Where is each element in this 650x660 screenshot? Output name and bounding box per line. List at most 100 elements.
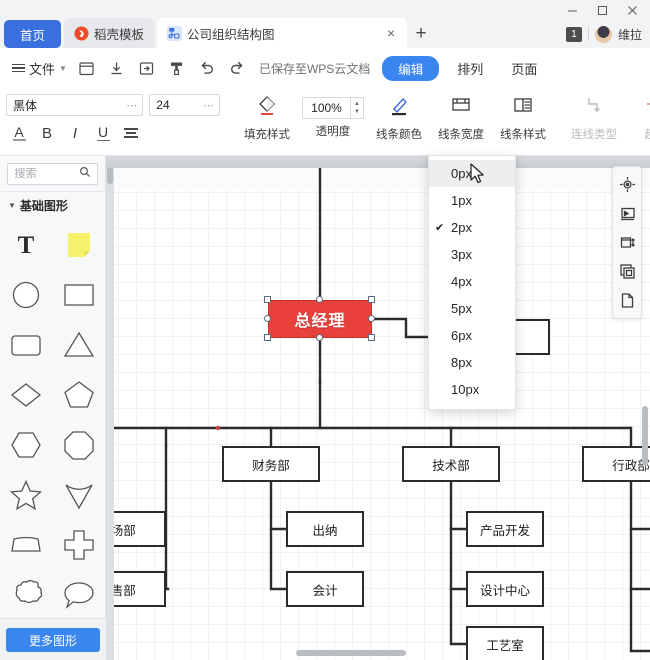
basic-shapes-section-header[interactable]: ▼ 基础图形: [0, 191, 105, 218]
line-style-tool[interactable]: 线条样式: [492, 93, 554, 142]
pentagon-shape[interactable]: [53, 370, 106, 420]
resize-handle-s[interactable]: [316, 334, 323, 341]
italic-button[interactable]: I: [62, 121, 88, 145]
rectangle-shape[interactable]: [53, 270, 106, 320]
search-icon[interactable]: [79, 165, 91, 183]
search-input[interactable]: [7, 163, 98, 185]
resize-canvas-icon[interactable]: [614, 229, 640, 256]
new-window-icon[interactable]: [73, 55, 101, 81]
diamond-shape[interactable]: [0, 370, 53, 420]
horizontal-ruler[interactable]: [106, 156, 650, 168]
menu-item-3px[interactable]: 3px: [429, 241, 515, 268]
menu-item-5px[interactable]: 5px: [429, 295, 515, 322]
speech-bubble-shape[interactable]: [53, 570, 106, 620]
stepper-up-icon[interactable]: ▲: [354, 101, 360, 107]
layers-icon[interactable]: [614, 258, 640, 285]
node-admin-dept[interactable]: 行政部: [582, 446, 650, 482]
menu-item-2px[interactable]: ✔ 2px: [429, 214, 515, 241]
node-general-manager[interactable]: 总经理: [268, 300, 372, 338]
node-accounting[interactable]: 会计: [286, 571, 364, 607]
rounded-rect-shape[interactable]: [0, 320, 53, 370]
new-tab-button[interactable]: +: [407, 20, 435, 48]
hexagon-shape[interactable]: [0, 420, 53, 470]
line-color-tool[interactable]: 线条颜色: [368, 93, 430, 142]
node-marketing-dept[interactable]: 市场部: [106, 511, 166, 547]
cross-shape[interactable]: [53, 520, 106, 570]
cloud-shape[interactable]: [0, 570, 53, 620]
circle-shape[interactable]: [0, 270, 53, 320]
export-icon[interactable]: [133, 55, 161, 81]
transparency-stepper[interactable]: ▲ ▼: [350, 97, 364, 119]
star-shape[interactable]: [0, 470, 53, 520]
line-width-tool[interactable]: 线条宽度: [430, 93, 492, 142]
arrange-menu-button[interactable]: 排列: [447, 56, 493, 81]
tab-close-icon[interactable]: ×: [381, 23, 401, 43]
right-scrollbar-thumb[interactable]: [642, 406, 648, 466]
node-product-development[interactable]: 产品开发: [466, 511, 544, 547]
resize-handle-ne[interactable]: [368, 296, 375, 303]
presentation-icon[interactable]: [614, 200, 640, 227]
undo-icon[interactable]: [193, 55, 221, 81]
download-icon[interactable]: [103, 55, 131, 81]
format-painter-icon[interactable]: [163, 55, 191, 81]
menu-item-10px[interactable]: 10px: [429, 376, 515, 403]
stepper-down-icon[interactable]: ▼: [354, 109, 360, 115]
octagon-shape[interactable]: [53, 420, 106, 470]
line-width-menu[interactable]: 0px 1px ✔ 2px 3px 4px 5px 6px 8px 10px: [428, 155, 516, 410]
node-tech-dept[interactable]: 技术部: [402, 446, 500, 482]
resize-handle-e[interactable]: [368, 315, 375, 322]
resize-handle-nw[interactable]: [264, 296, 271, 303]
node-design-center[interactable]: 设计中心: [466, 571, 544, 607]
menu-item-6px[interactable]: 6px: [429, 322, 515, 349]
page-icon[interactable]: [614, 287, 640, 314]
node-cashier[interactable]: 出纳: [286, 511, 364, 547]
search-field[interactable]: [14, 168, 75, 180]
trapezoid-shape[interactable]: [0, 520, 53, 570]
node-sales-dept[interactable]: 销售部: [106, 571, 166, 607]
menu-item-1px[interactable]: 1px: [429, 187, 515, 214]
file-menu-button[interactable]: 文件 ▼: [8, 56, 71, 81]
redo-icon[interactable]: [223, 55, 251, 81]
edit-mode-button[interactable]: 编辑: [382, 55, 440, 81]
text-shape[interactable]: T: [0, 220, 53, 270]
align-button[interactable]: [118, 121, 144, 145]
canvas-area[interactable]: 财务部 技术部 行政部 市场部 销售部 出纳 会计 产品开发 设计中心 工艺室 …: [106, 156, 650, 660]
triangle-shape[interactable]: [53, 320, 106, 370]
transparency-value[interactable]: 100%: [302, 97, 350, 119]
node-process-room[interactable]: 工艺室: [466, 626, 544, 660]
sticky-note-shape[interactable]: [53, 220, 106, 270]
navigator-icon[interactable]: [614, 171, 640, 198]
menu-item-label: 1px: [451, 193, 472, 208]
cone-shape[interactable]: [53, 470, 106, 520]
tab-home[interactable]: 首页: [4, 20, 62, 48]
font-color-button[interactable]: A: [6, 121, 32, 145]
tab-org-chart[interactable]: 公司组织结构图 ×: [157, 18, 408, 48]
resize-handle-se[interactable]: [368, 334, 375, 341]
start-point-tool[interactable]: 起点: [625, 93, 650, 142]
tab-docer-template[interactable]: 稻壳模板: [64, 18, 155, 48]
resize-handle-n[interactable]: [316, 296, 323, 303]
fill-style-tool[interactable]: 填充样式: [236, 93, 298, 142]
transparency-label: 透明度: [315, 126, 351, 138]
bold-button[interactable]: B: [34, 121, 60, 145]
node-finance-dept[interactable]: 财务部: [222, 446, 320, 482]
notification-badge[interactable]: 1: [565, 26, 582, 42]
font-name-more-icon[interactable]: ⋯: [126, 99, 138, 112]
page-menu-button[interactable]: 页面: [501, 56, 547, 81]
underline-button[interactable]: U: [90, 121, 116, 145]
connector-type-tool[interactable]: 连线类型: [563, 93, 625, 142]
vertical-scrollbar-track[interactable]: [106, 156, 114, 660]
menu-item-8px[interactable]: 8px: [429, 349, 515, 376]
more-shapes-button[interactable]: 更多图形: [6, 628, 100, 652]
avatar[interactable]: [594, 25, 612, 43]
horizontal-scrollbar-thumb[interactable]: [296, 650, 406, 656]
font-name-input[interactable]: 黑体 ⋯: [6, 94, 144, 116]
font-size-value: 24: [156, 98, 170, 112]
font-size-input[interactable]: 24 ⋯: [149, 94, 220, 116]
transparency-spinner[interactable]: 100% ▲ ▼: [302, 97, 364, 119]
resize-handle-w[interactable]: [264, 315, 271, 322]
menu-item-4px[interactable]: 4px: [429, 268, 515, 295]
transparency-tool[interactable]: 100% ▲ ▼ 透明度: [298, 93, 368, 139]
font-size-more-icon[interactable]: ⋯: [203, 99, 215, 112]
resize-handle-sw[interactable]: [264, 334, 271, 341]
